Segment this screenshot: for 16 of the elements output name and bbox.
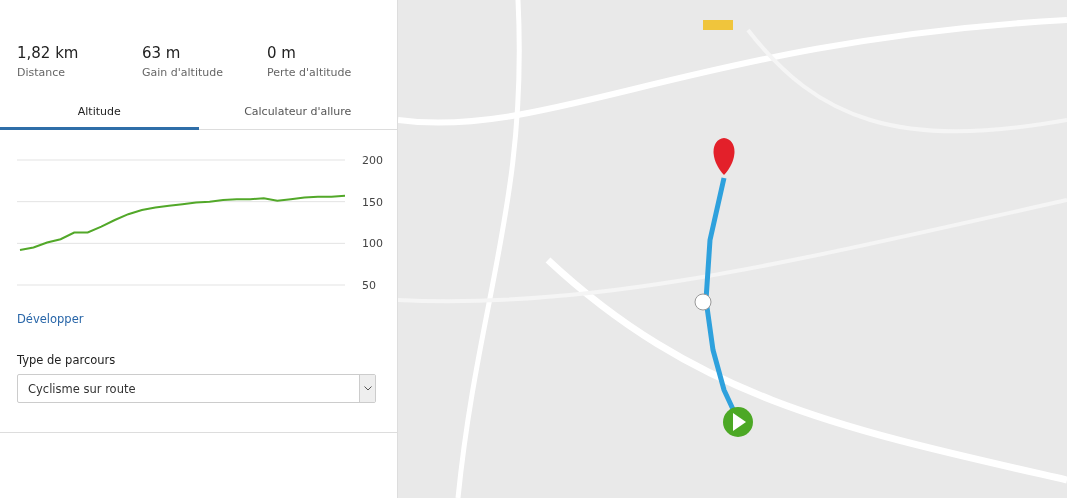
stat-label: Distance [17,66,67,79]
axis-tick-label: 150 [362,195,383,209]
stat-value: 1,82 km [17,44,80,62]
axis-tick-label: 50 [362,279,376,292]
stat-label: Gain d'altitude [142,66,224,79]
stat-value: 63 m [142,44,182,62]
tab[interactable]: Altitude [0,99,199,130]
caret-icon [363,386,372,391]
tab[interactable]: Calculateur d'allure [198,99,397,130]
stat-label: Perte d'altitude [267,66,353,79]
axis-tick-label: 200 [362,154,383,167]
expand-link[interactable]: Développer [17,312,84,326]
axis-tick-label: 100 [362,237,383,251]
route-type-dropdown[interactable]: Cyclisme sur route [17,374,376,403]
stat-value: 0 m [267,44,297,62]
field-label: Type de parcours [17,353,117,367]
